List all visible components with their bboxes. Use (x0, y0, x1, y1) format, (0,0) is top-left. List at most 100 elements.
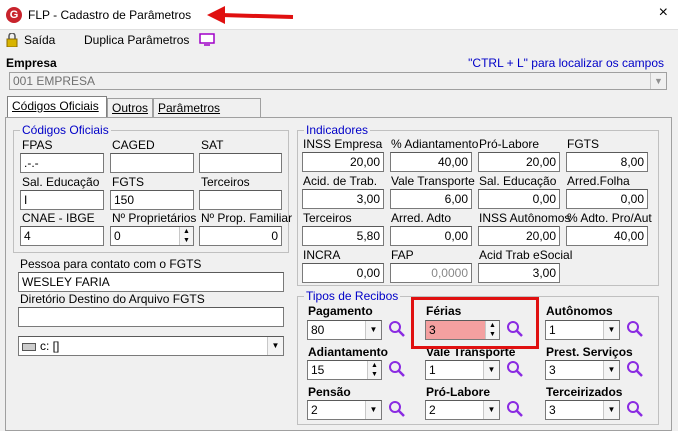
terceirizados-label: Terceirizados (546, 385, 623, 399)
indicador-input[interactable]: 5,80 (302, 226, 384, 246)
chevron-down-icon[interactable]: ▼ (267, 337, 283, 355)
empresa-value: 001 EMPRESA (13, 74, 96, 88)
fpas-label: FPAS (22, 138, 53, 152)
indicador-label: % Adto. Pro/Aut (567, 211, 652, 225)
indicador-label: FAP (391, 248, 414, 262)
pro-labore-select[interactable]: 2 ▼ (425, 400, 500, 420)
drive-select[interactable]: c: [] ▼ (18, 336, 284, 356)
annotation-arrow-icon (207, 6, 294, 24)
empresa-select[interactable]: 001 EMPRESA ▼ (9, 72, 667, 90)
cnae-label: CNAE - IBGE (22, 211, 95, 225)
indicador-label: Arred. Adto (391, 211, 452, 225)
indicador-label: INSS Empresa (303, 137, 383, 151)
terceiros-code-input[interactable] (199, 190, 282, 210)
indicador-input[interactable]: 6,00 (390, 189, 472, 209)
chevron-down-icon[interactable]: ▼ (483, 401, 499, 419)
indicador-input[interactable]: 20,00 (478, 152, 560, 172)
window-title: FLP - Cadastro de Parâmetros (28, 8, 192, 22)
indicador-input[interactable]: 0,00 (566, 189, 648, 209)
lock-icon (6, 33, 18, 47)
autonomos-select[interactable]: 1 ▼ (545, 320, 620, 340)
contato-input[interactable]: WESLEY FARIA (18, 272, 284, 292)
indicador-label: INCRA (303, 248, 341, 262)
pagamento-select[interactable]: 80 ▼ (307, 320, 382, 340)
duplicate-parameters-button[interactable]: Duplica Parâmetros (84, 33, 189, 47)
nproprietarios-value: 0 (114, 229, 121, 243)
close-button[interactable]: × (659, 4, 668, 22)
indicador-input[interactable]: 8,00 (566, 152, 648, 172)
sat-label: SAT (201, 138, 224, 152)
pagamento-label: Pagamento (308, 304, 373, 318)
toolbar: Saída Duplica Parâmetros (0, 30, 678, 52)
indicador-input[interactable]: 40,00 (566, 226, 648, 246)
fgts-code-label: FGTS (112, 175, 144, 189)
diretorio-input[interactable] (18, 307, 284, 327)
npropfamiliar-input[interactable]: 0 (199, 226, 282, 246)
caged-input[interactable] (110, 153, 194, 173)
caged-label: CAGED (112, 138, 155, 152)
indicador-input[interactable]: 0,00 (302, 263, 384, 283)
monitor-icon[interactable] (199, 33, 215, 47)
npropfamiliar-label: Nº Prop. Familiar (201, 211, 293, 225)
indicador-input[interactable]: 0,00 (390, 226, 472, 246)
search-icon[interactable] (626, 360, 644, 378)
indicador-label: Sal. Educação (479, 174, 557, 188)
sat-input[interactable] (199, 153, 282, 173)
diretorio-label: Diretório Destino do Arquivo FGTS (20, 292, 205, 306)
adiantamento-stepper[interactable]: 15 ▲ ▼ (307, 360, 382, 380)
indicador-input[interactable]: 3,00 (478, 263, 560, 283)
pensao-label: Pensão (308, 385, 351, 399)
vale-transporte-select[interactable]: 1 ▼ (425, 360, 500, 380)
search-icon[interactable] (626, 400, 644, 418)
indicador-label: Arred.Folha (567, 174, 630, 188)
search-icon[interactable] (388, 400, 406, 418)
prest-servicos-select[interactable]: 3 ▼ (545, 360, 620, 380)
nproprietarios-stepper[interactable]: 0 ▲ ▼ (110, 226, 194, 246)
nproprietarios-label: Nº Proprietários (112, 211, 197, 225)
ferias-highlight-box (411, 297, 539, 349)
chevron-down-icon[interactable]: ▼ (365, 401, 381, 419)
indicadores-legend: Indicadores (304, 123, 371, 137)
chevron-down-icon[interactable]: ▼ (603, 401, 619, 419)
pensao-select[interactable]: 2 ▼ (307, 400, 382, 420)
exit-button[interactable]: Saída (24, 33, 55, 47)
title-bar: G FLP - Cadastro de Parâmetros × (0, 0, 678, 30)
search-icon[interactable] (388, 360, 406, 378)
indicador-label: Vale Transporte (391, 174, 475, 188)
search-icon[interactable] (506, 360, 524, 378)
search-icon[interactable] (388, 320, 406, 338)
chevron-down-icon[interactable]: ▼ (483, 361, 499, 379)
spinner-arrows-icon[interactable]: ▲ ▼ (179, 227, 193, 245)
cnae-input[interactable]: 4 (20, 226, 104, 246)
spinner-arrows-icon[interactable]: ▲ ▼ (367, 361, 381, 379)
indicador-input[interactable]: 0,00 (478, 189, 560, 209)
indicador-input[interactable]: 40,00 (390, 152, 472, 172)
app-logo-icon: G (6, 7, 22, 23)
autonomos-label: Autônomos (546, 304, 613, 318)
drive-value: c: [] (40, 339, 60, 353)
chevron-down-icon[interactable]: ▼ (603, 361, 619, 379)
search-icon[interactable] (626, 320, 644, 338)
tab-parametros-internos[interactable]: Parâmetros Internos (153, 98, 261, 129)
terceirizados-select[interactable]: 3 ▼ (545, 400, 620, 420)
search-icon[interactable] (506, 400, 524, 418)
fgts-code-input[interactable]: 150 (110, 190, 194, 210)
pro-labore-recibo-label: Pró-Labore (426, 385, 491, 399)
codigos-oficiais-legend: Códigos Oficiais (20, 123, 111, 137)
tab-outros[interactable]: Outros (107, 98, 153, 118)
indicador-label: Acid. de Trab. (303, 174, 378, 188)
chevron-down-icon[interactable]: ▼ (365, 321, 381, 339)
tab-codigos-oficiais[interactable]: Códigos Oficiais (7, 96, 107, 118)
indicador-label: FGTS (567, 137, 599, 151)
chevron-down-icon[interactable]: ▼ (603, 321, 619, 339)
fpas-input[interactable]: .-.- (20, 153, 104, 173)
indicador-input[interactable]: 20,00 (302, 152, 384, 172)
chevron-down-icon[interactable]: ▼ (650, 73, 666, 89)
indicador-input[interactable]: 20,00 (478, 226, 560, 246)
sal-educacao-input[interactable]: I (20, 190, 104, 210)
drive-icon (22, 342, 36, 351)
indicador-label: Terceiros (303, 211, 352, 225)
contato-label: Pessoa para contato com o FGTS (20, 257, 202, 271)
indicador-input[interactable]: 0,0000 (390, 263, 472, 283)
indicador-input[interactable]: 3,00 (302, 189, 384, 209)
